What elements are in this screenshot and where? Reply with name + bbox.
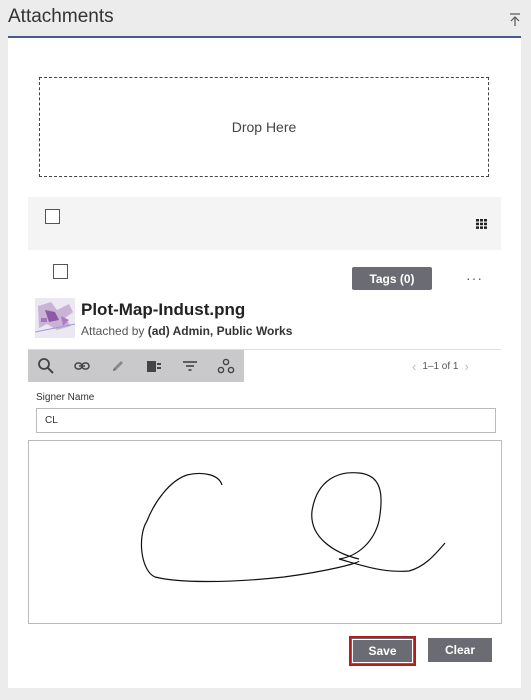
panel-header: Attachments <box>8 0 521 38</box>
list-toolbar <box>28 197 501 250</box>
pager-next-button[interactable]: › <box>465 359 469 374</box>
pencil-icon <box>113 361 123 371</box>
share-tool-button[interactable] <box>208 350 244 382</box>
attachment-thumbnail[interactable] <box>35 298 75 338</box>
move-icon <box>147 361 161 372</box>
share-icon <box>217 358 235 374</box>
signer-name-label: Signer Name <box>36 392 95 403</box>
pager: ‹ 1–1 of 1 › <box>412 359 469 374</box>
search-tool-button[interactable] <box>28 350 64 382</box>
tags-button[interactable]: Tags (0) <box>352 267 432 290</box>
attached-by-user: (ad) Admin, Public Works <box>147 324 293 338</box>
panel-content: Drop Here Tags (0) ··· Plot-Map-Indust.p… <box>8 38 521 688</box>
more-options-button[interactable]: ··· <box>466 270 483 286</box>
map-thumbnail-icon <box>35 298 75 338</box>
signature-strokes <box>140 472 446 583</box>
attachment-file-name[interactable]: Plot-Map-Indust.png <box>81 300 245 320</box>
attached-by-line: Attached by (ad) Admin, Public Works <box>81 324 292 338</box>
edit-tool-button[interactable] <box>100 350 136 382</box>
filter-icon <box>183 361 197 371</box>
attachments-panel: Attachments Drop Here Tags (0) ··· Plot-… <box>0 0 531 700</box>
filter-tool-button[interactable] <box>172 350 208 382</box>
signature-pad[interactable] <box>28 440 502 624</box>
search-icon <box>38 358 54 374</box>
attachment-tool-strip <box>28 350 244 382</box>
link-icon <box>74 362 90 370</box>
panel-title: Attachments <box>8 6 114 27</box>
move-tool-button[interactable] <box>136 350 172 382</box>
signer-name-input[interactable] <box>36 408 496 433</box>
save-button[interactable]: Save <box>349 636 416 666</box>
link-tool-button[interactable] <box>64 350 100 382</box>
clear-button[interactable]: Clear <box>428 638 492 662</box>
select-all-checkbox[interactable] <box>45 209 60 224</box>
pager-prev-button[interactable]: ‹ <box>412 359 416 374</box>
collapse-icon[interactable] <box>509 13 521 27</box>
attached-by-prefix: Attached by <box>81 324 145 338</box>
attachment-checkbox[interactable] <box>53 264 68 279</box>
grid-view-icon[interactable] <box>476 219 487 229</box>
drop-zone-label: Drop Here <box>231 119 297 135</box>
drop-zone[interactable]: Drop Here <box>39 77 489 177</box>
pager-text: 1–1 of 1 <box>422 361 459 372</box>
